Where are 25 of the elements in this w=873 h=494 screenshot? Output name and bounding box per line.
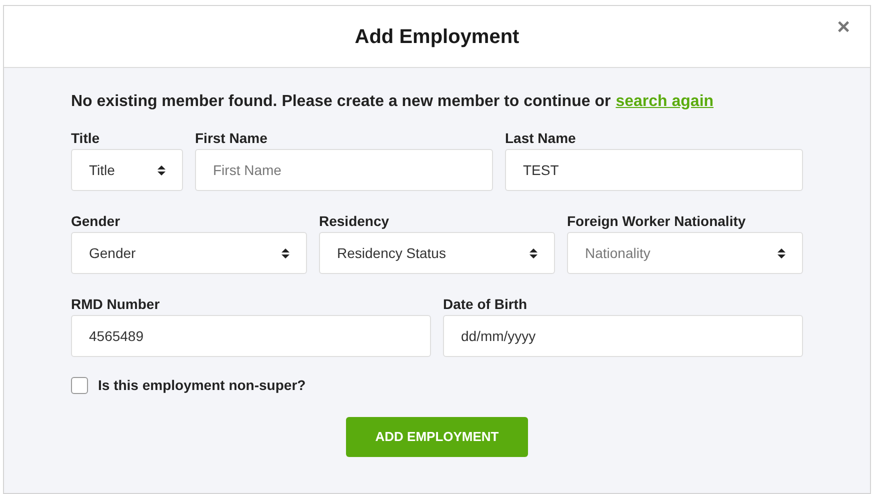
- sort-arrows-icon: [281, 248, 290, 258]
- select-field[interactable]: Residency Status: [319, 232, 555, 274]
- field-label: Last Name: [505, 129, 577, 148]
- field-label: Date of Birth: [443, 295, 528, 314]
- dialog-title: Add Employment: [354, 24, 520, 50]
- info-message: No existing member found. Please create a new member to continue or: [71, 92, 611, 112]
- text-field[interactable]: First Name: [195, 149, 493, 191]
- sort-arrows-icon: [157, 164, 166, 176]
- field-label: Title: [71, 129, 101, 148]
- field-label: Foreign Worker Nationality: [567, 212, 747, 231]
- sort-arrows-icon: [777, 248, 786, 258]
- checkbox-label: Is this employment non-super?: [98, 376, 306, 395]
- select-field[interactable]: Gender: [71, 232, 307, 274]
- sort-arrows-icon: [529, 248, 538, 258]
- field-label: Residency: [319, 212, 390, 231]
- checkbox[interactable]: [71, 377, 88, 394]
- field-label: Gender: [71, 212, 122, 231]
- field-label: RMD Number: [71, 295, 161, 314]
- select-field[interactable]: Nationality: [567, 232, 803, 274]
- select-field[interactable]: Title: [71, 149, 183, 191]
- text-field[interactable]: 4565489: [71, 315, 431, 357]
- date-field[interactable]: dd/mm/yyyy: [443, 315, 803, 357]
- text-field[interactable]: TEST: [505, 149, 803, 191]
- field-label: First Name: [195, 129, 268, 148]
- close-button[interactable]: ×: [837, 16, 850, 38]
